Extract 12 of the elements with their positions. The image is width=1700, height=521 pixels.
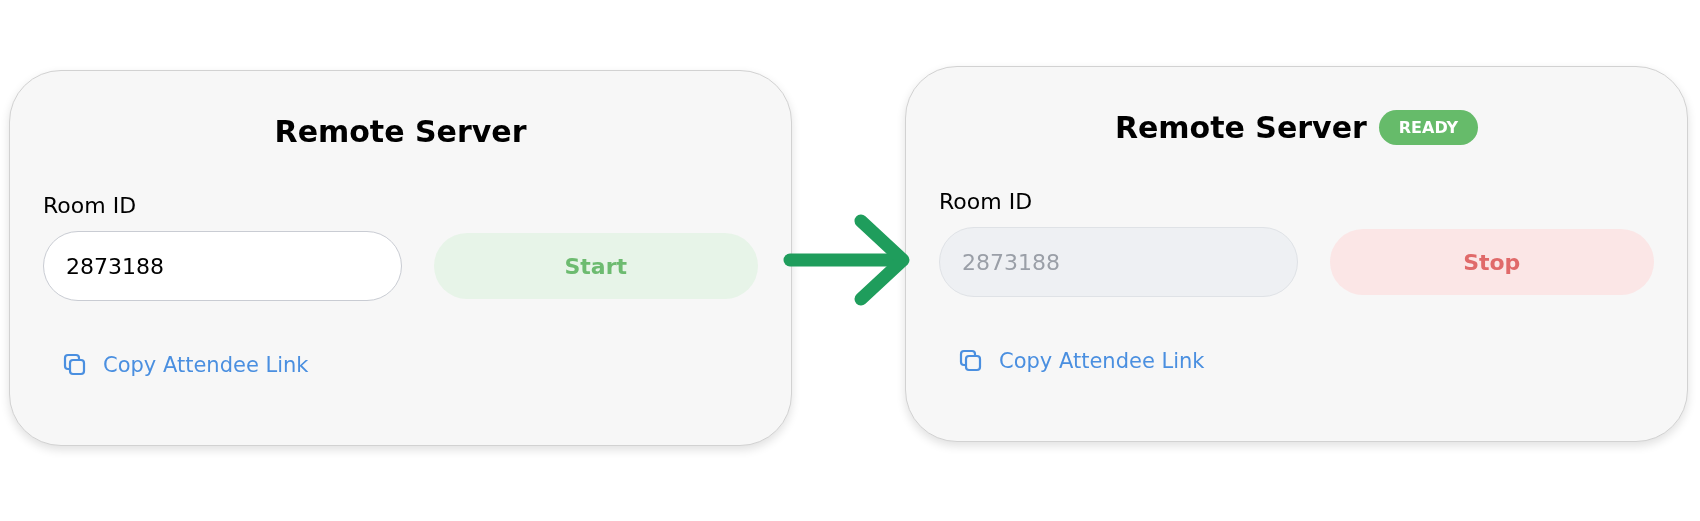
status-badge: READY [1378,109,1479,145]
field-label: Room ID [939,188,1033,216]
copy-icon[interactable] [63,353,87,377]
card-title: Remote Server [1114,109,1367,145]
card-title: Remote Server [274,113,527,149]
field-label: Room ID [43,192,137,220]
copy-icon[interactable] [959,349,983,373]
room-id-field[interactable]: 2873188 [43,231,402,301]
copy-link[interactable]: Copy Attendee Link [999,347,1205,375]
start-button[interactable]: Start [433,233,758,299]
copy-link[interactable]: Copy Attendee Link [103,351,309,379]
stop-button[interactable]: Stop [1329,229,1654,295]
